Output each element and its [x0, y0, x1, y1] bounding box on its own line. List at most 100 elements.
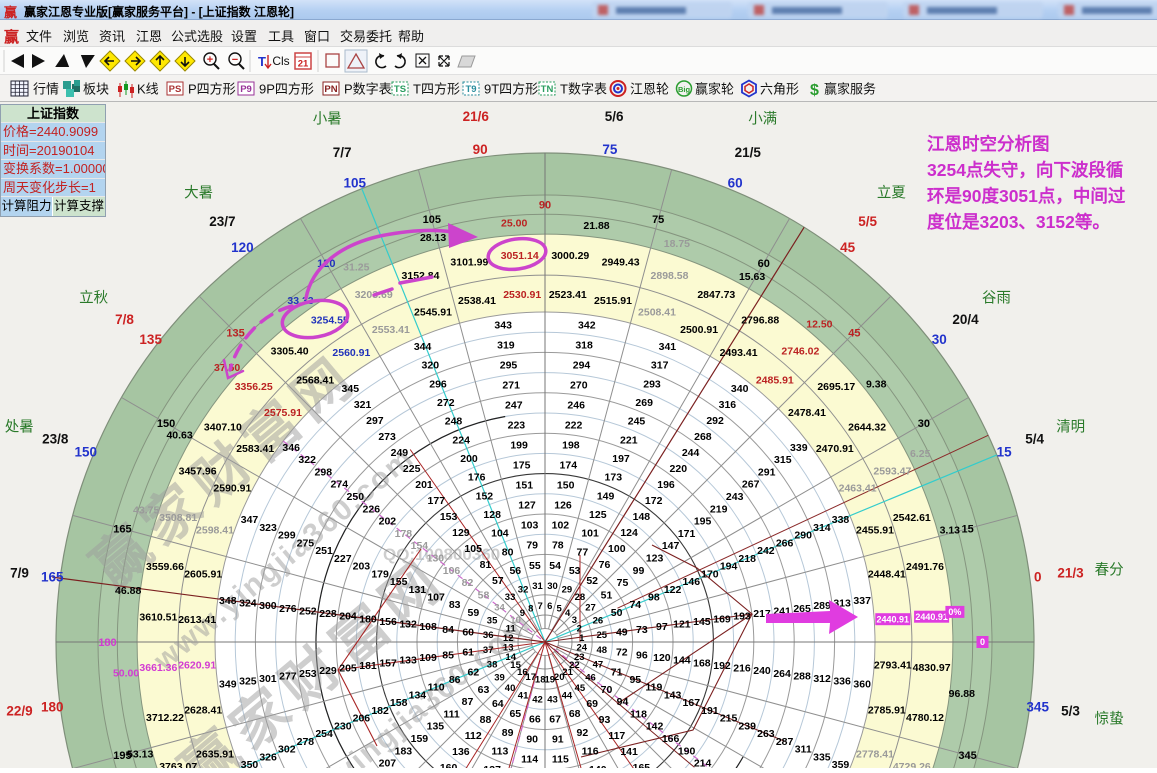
svg-text:338: 338: [832, 514, 850, 526]
svg-text:114: 114: [521, 754, 538, 766]
svg-text:168: 168: [693, 657, 711, 669]
svg-text:126: 126: [554, 500, 572, 512]
svg-text:294: 294: [573, 360, 591, 372]
svg-text:252: 252: [299, 605, 317, 617]
svg-text:15.63: 15.63: [739, 271, 765, 283]
svg-text:50.00: 50.00: [113, 667, 139, 679]
svg-text:116: 116: [582, 746, 599, 758]
svg-text:180: 180: [359, 613, 377, 625]
svg-text:271: 271: [502, 380, 520, 392]
svg-text:175: 175: [513, 460, 531, 472]
svg-text:323: 323: [259, 522, 277, 534]
svg-text:276: 276: [279, 603, 297, 615]
svg-text:129: 129: [452, 527, 470, 539]
svg-text:2778.41: 2778.41: [856, 749, 894, 761]
svg-text:227: 227: [334, 553, 352, 565]
svg-text:2463.41: 2463.41: [839, 483, 877, 495]
svg-text:71: 71: [611, 666, 623, 678]
svg-text:95: 95: [629, 674, 641, 686]
svg-text:146: 146: [683, 576, 701, 588]
svg-text:5: 5: [557, 603, 563, 614]
svg-text:2515.91: 2515.91: [594, 295, 632, 307]
svg-text:83: 83: [449, 599, 461, 611]
svg-text:75: 75: [617, 577, 629, 589]
svg-text:319: 319: [497, 340, 515, 352]
svg-text:102: 102: [552, 520, 570, 532]
svg-text:2593.47: 2593.47: [873, 465, 911, 477]
svg-text:159: 159: [411, 733, 429, 745]
svg-text:六角形: 六角形: [760, 82, 799, 97]
svg-text:9P四方形: 9P四方形: [259, 82, 314, 97]
svg-text:135: 135: [139, 332, 162, 347]
svg-text:98: 98: [648, 592, 660, 604]
svg-text:21: 21: [298, 59, 309, 70]
svg-text:90: 90: [539, 199, 551, 211]
svg-text:172: 172: [645, 495, 663, 507]
svg-text:192: 192: [713, 660, 731, 672]
svg-text:29: 29: [562, 585, 573, 596]
svg-text:5/5: 5/5: [858, 214, 877, 229]
svg-text:150: 150: [157, 418, 175, 430]
svg-text:169: 169: [713, 613, 731, 625]
svg-text:56: 56: [509, 565, 521, 577]
svg-text:100: 100: [608, 543, 626, 555]
svg-text:165: 165: [113, 524, 131, 536]
svg-text:62: 62: [468, 666, 480, 678]
svg-text:春分: 春分: [1095, 562, 1124, 579]
svg-text:135: 135: [427, 721, 445, 733]
svg-text:−: −: [232, 54, 238, 66]
svg-text:46: 46: [585, 673, 596, 684]
svg-text:336: 336: [833, 676, 851, 688]
svg-text:127: 127: [518, 500, 536, 512]
svg-text:117: 117: [608, 730, 625, 742]
svg-text:312: 312: [813, 673, 831, 685]
svg-text:342: 342: [578, 319, 596, 331]
svg-text:69: 69: [586, 698, 598, 710]
svg-text:P9: P9: [240, 84, 252, 95]
svg-text:60: 60: [728, 175, 743, 190]
svg-text:$: $: [810, 82, 819, 99]
svg-text:3407.10: 3407.10: [204, 421, 242, 433]
svg-text:3712.22: 3712.22: [146, 712, 184, 724]
svg-text:37: 37: [483, 645, 494, 656]
svg-text:112: 112: [465, 730, 482, 742]
svg-text:43: 43: [547, 694, 558, 705]
svg-text:3101.99: 3101.99: [450, 257, 488, 269]
svg-text:137: 137: [483, 764, 501, 768]
svg-text:143: 143: [664, 689, 682, 701]
svg-text:2847.73: 2847.73: [697, 289, 735, 301]
svg-text:291: 291: [758, 467, 776, 479]
svg-text:80: 80: [502, 546, 514, 558]
svg-text:290: 290: [794, 530, 812, 542]
svg-text:339: 339: [790, 442, 808, 454]
svg-text:246: 246: [567, 400, 585, 412]
svg-text:176: 176: [468, 472, 486, 484]
svg-text:160: 160: [440, 762, 458, 768]
svg-text:6: 6: [547, 601, 552, 612]
svg-text:155: 155: [390, 576, 408, 588]
svg-text:30: 30: [547, 581, 558, 592]
svg-text:96: 96: [636, 649, 648, 661]
svg-text:2470.91: 2470.91: [816, 443, 854, 455]
svg-text:25.00: 25.00: [501, 218, 527, 230]
svg-text:P数字表: P数字表: [344, 82, 392, 97]
svg-text:2628.41: 2628.41: [184, 705, 222, 717]
svg-text:2793.41: 2793.41: [874, 659, 912, 671]
svg-text:340: 340: [731, 383, 749, 395]
svg-text:120: 120: [231, 240, 254, 255]
svg-text:105: 105: [344, 175, 367, 190]
svg-text:345: 345: [342, 383, 360, 395]
svg-text:惊蛰: 惊蛰: [1095, 710, 1124, 727]
svg-text:32: 32: [518, 585, 529, 596]
svg-text:335: 335: [813, 751, 831, 763]
svg-text:72: 72: [616, 647, 628, 659]
svg-text:15: 15: [997, 444, 1013, 459]
svg-text:46.88: 46.88: [115, 585, 141, 597]
svg-text:3508.81: 3508.81: [159, 512, 197, 524]
svg-text:326: 326: [259, 751, 277, 763]
svg-text:59: 59: [468, 607, 480, 619]
svg-text:158: 158: [390, 697, 408, 709]
svg-text:处暑: 处暑: [5, 418, 34, 435]
svg-text:78: 78: [552, 540, 564, 552]
svg-text:2448.41: 2448.41: [868, 569, 906, 581]
